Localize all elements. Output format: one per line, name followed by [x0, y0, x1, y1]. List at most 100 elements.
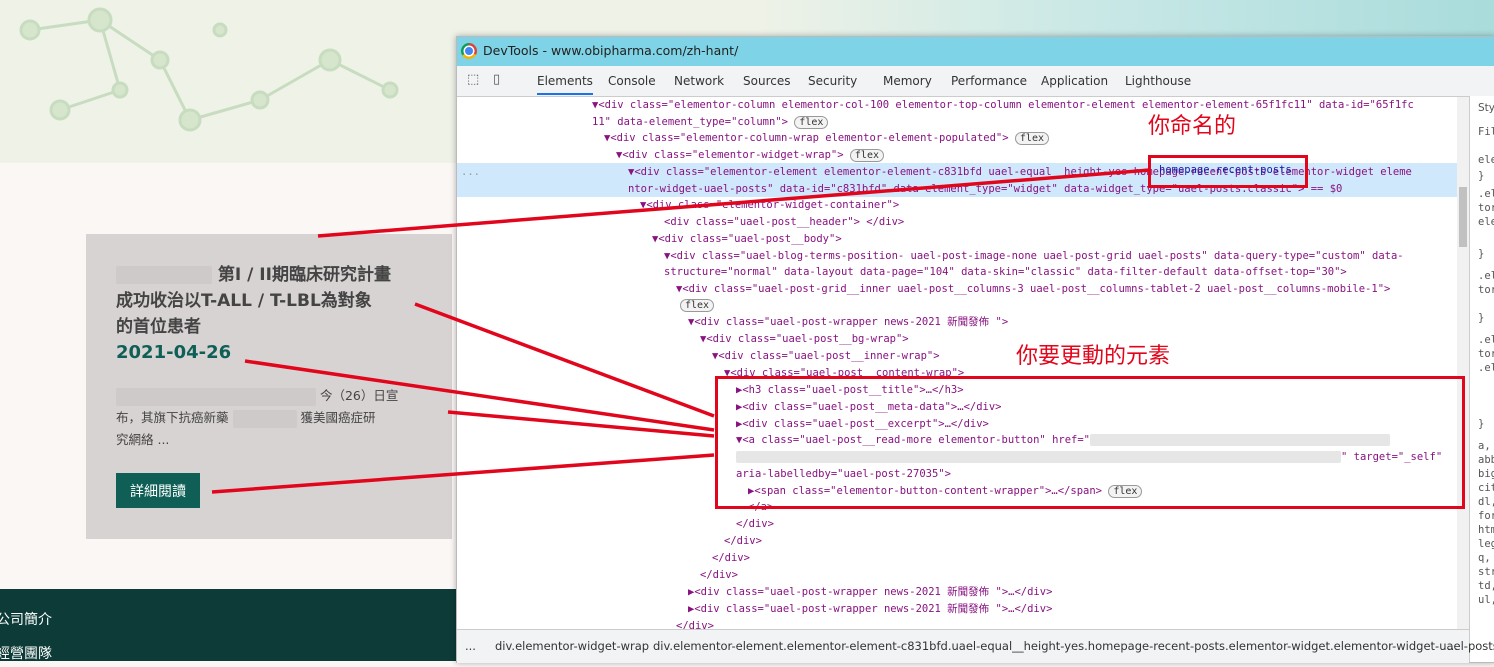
excerpt-text: 獲美國癌症研: [300, 410, 376, 425]
tab-elements[interactable]: Elements: [537, 74, 593, 95]
dom-node[interactable]: ▼<div class="elementor-column-wrap eleme…: [604, 130, 1049, 147]
dom-node[interactable]: ▼<div class="uael-post__inner-wrap">: [712, 348, 940, 365]
flex-badge[interactable]: flex: [849, 149, 884, 162]
tab-performance[interactable]: Performance: [951, 74, 1027, 88]
footer-link-about[interactable]: 公司簡介: [0, 609, 52, 629]
named-class-text: homepage-recent-posts: [1159, 164, 1292, 176]
excerpt-text: 究網絡 ...: [116, 432, 170, 447]
dom-node[interactable]: <div class="uael-post__header"> </div>: [664, 214, 904, 231]
redacted-text: [116, 266, 212, 284]
read-more-button[interactable]: 詳細閱讀: [116, 473, 200, 508]
annotation-change-box: [715, 376, 1465, 509]
news-title[interactable]: 第I / II期臨床研究計畫 成功收治以T-ALL / T-LBL為對象 的首位…: [116, 262, 416, 340]
style-rule: ul,: [1478, 594, 1494, 606]
style-rule: .el: [1478, 334, 1494, 346]
chrome-icon: [461, 43, 477, 59]
style-rule: ele: [1478, 216, 1494, 228]
footer-link-team[interactable]: 經營團隊: [0, 643, 52, 663]
style-rule: }: [1478, 248, 1485, 260]
breadcrumb-item-selected[interactable]: div.elementor-element.elementor-element-…: [653, 639, 1494, 653]
device-toolbar-icon[interactable]: ▯: [493, 73, 507, 87]
dom-node[interactable]: ▼<div class="uael-post-grid__inner uael-…: [676, 281, 1390, 298]
title-line: 第I / II期臨床研究計畫: [217, 265, 391, 285]
dom-node[interactable]: </div>: [700, 567, 738, 584]
annotation-named-label: 你命名的: [1148, 114, 1237, 139]
styles-pane: Sty Filt ele } .el tor ele } .el tor } .…: [1469, 96, 1494, 662]
style-rule: ele: [1478, 154, 1494, 166]
dom-node[interactable]: </div>: [724, 533, 762, 550]
dom-tree: ▼<div class="elementor-column elementor-…: [457, 97, 1469, 629]
dom-node[interactable]: ▶<div class="uael-post-wrapper news-2021…: [688, 584, 1052, 601]
dom-node[interactable]: </div>: [676, 618, 714, 629]
tab-memory[interactable]: Memory: [883, 74, 932, 88]
dom-node[interactable]: ▼<div class="uael-post__bg-wrap">: [700, 331, 909, 348]
style-rule: tor: [1478, 202, 1494, 214]
breadcrumb-overflow-right[interactable]: ...: [1447, 639, 1458, 653]
style-rule: a,: [1478, 440, 1491, 452]
tab-security[interactable]: Security: [808, 74, 857, 88]
excerpt-text: 布，其旗下抗癌新藥: [116, 410, 229, 425]
dom-node[interactable]: 11" data-element_type="column"> flex: [592, 114, 829, 131]
flex-badge[interactable]: flex: [794, 116, 829, 129]
news-card: 第I / II期臨床研究計畫 成功收治以T-ALL / T-LBL為對象 的首位…: [86, 234, 452, 539]
dom-node[interactable]: ▼<div class="uael-post-wrapper news-2021…: [688, 314, 1008, 331]
breadcrumb-item[interactable]: div.elementor-widget-wrap: [495, 639, 649, 653]
molecule-decoration: [19, 7, 399, 132]
dom-scrollbar[interactable]: [1457, 97, 1469, 629]
style-rule: leg: [1478, 538, 1494, 550]
style-rule: q,: [1478, 552, 1491, 564]
style-rule: }: [1478, 170, 1485, 182]
dom-node[interactable]: ▼<div class="uael-blog-terms-position- u…: [664, 248, 1404, 265]
excerpt-text: 今（26）日宣: [319, 388, 399, 403]
dom-node[interactable]: </div>: [712, 550, 750, 567]
redacted-text: [116, 387, 316, 406]
style-rule: for: [1478, 510, 1494, 522]
dom-text: 11" data-element_type="column">: [592, 116, 788, 128]
style-rule: htm: [1478, 524, 1494, 536]
devtools-tabbar: ⬚ ▯ Elements Console Network Sources Sec…: [457, 66, 1494, 97]
style-rule: .el: [1478, 188, 1494, 200]
inspect-element-icon[interactable]: ⬚: [467, 73, 481, 87]
dom-node[interactable]: structure="normal" data-layout data-page…: [664, 264, 1347, 281]
dom-text: ▼<div class="elementor-widget-wrap">: [616, 149, 844, 161]
scrollbar-thumb[interactable]: [1459, 187, 1467, 247]
flex-badge[interactable]: flex: [680, 299, 715, 312]
tab-lighthouse[interactable]: Lighthouse: [1125, 74, 1191, 88]
styles-tab[interactable]: Sty: [1478, 102, 1494, 114]
dom-node[interactable]: ▼<div class="elementor-column elementor-…: [592, 97, 1414, 114]
style-rule: abb: [1478, 454, 1494, 466]
dom-node[interactable]: ▼<div class="elementor-widget-wrap"> fle…: [616, 147, 884, 164]
flex-badge[interactable]: flex: [1014, 132, 1049, 145]
style-rule: tor: [1478, 348, 1494, 360]
title-line: 的首位患者: [116, 317, 201, 337]
dom-node[interactable]: ▼<div class="uael-post__body">: [652, 231, 842, 248]
tab-network[interactable]: Network: [674, 74, 724, 88]
style-rule: .el: [1478, 362, 1494, 374]
style-rule: }: [1478, 418, 1485, 430]
tab-console[interactable]: Console: [608, 74, 656, 88]
style-rule: td,: [1478, 580, 1494, 592]
filter-input[interactable]: Filt: [1478, 126, 1494, 138]
dom-node[interactable]: ▶<div class="uael-post-wrapper news-2021…: [688, 601, 1052, 618]
annotation-named-box: homepage-recent-posts: [1148, 155, 1308, 188]
tab-application[interactable]: Application: [1041, 74, 1108, 88]
news-date: 2021-04-26: [116, 342, 232, 363]
style-rule: big: [1478, 468, 1494, 480]
devtools-window: DevTools - www.obipharma.com/zh-hant/ ⬚ …: [456, 36, 1494, 663]
style-rule: .el: [1478, 270, 1494, 282]
devtools-title: DevTools - www.obipharma.com/zh-hant/: [483, 43, 739, 58]
style-rule: cit: [1478, 482, 1494, 494]
flex-badge-line: flex: [680, 297, 715, 314]
title-line: 成功收治以T-ALL / T-LBL為對象: [116, 291, 372, 311]
dom-text: ▼<div class="elementor-column-wrap eleme…: [604, 132, 1009, 144]
style-rule: str: [1478, 566, 1494, 578]
dom-node[interactable]: </div>: [736, 516, 774, 533]
devtools-titlebar: DevTools - www.obipharma.com/zh-hant/: [457, 37, 1494, 66]
annotation-change-label: 你要更動的元素: [1016, 344, 1171, 369]
style-rule: }: [1478, 312, 1485, 324]
breadcrumb: ... div.elementor-widget-wrap div.elemen…: [457, 629, 1494, 663]
style-rule: dl,: [1478, 496, 1494, 508]
tab-sources[interactable]: Sources: [743, 74, 790, 88]
breadcrumb-overflow-left[interactable]: ...: [465, 639, 476, 653]
dom-node[interactable]: ▼<div class="elementor-widget-container"…: [640, 197, 899, 214]
